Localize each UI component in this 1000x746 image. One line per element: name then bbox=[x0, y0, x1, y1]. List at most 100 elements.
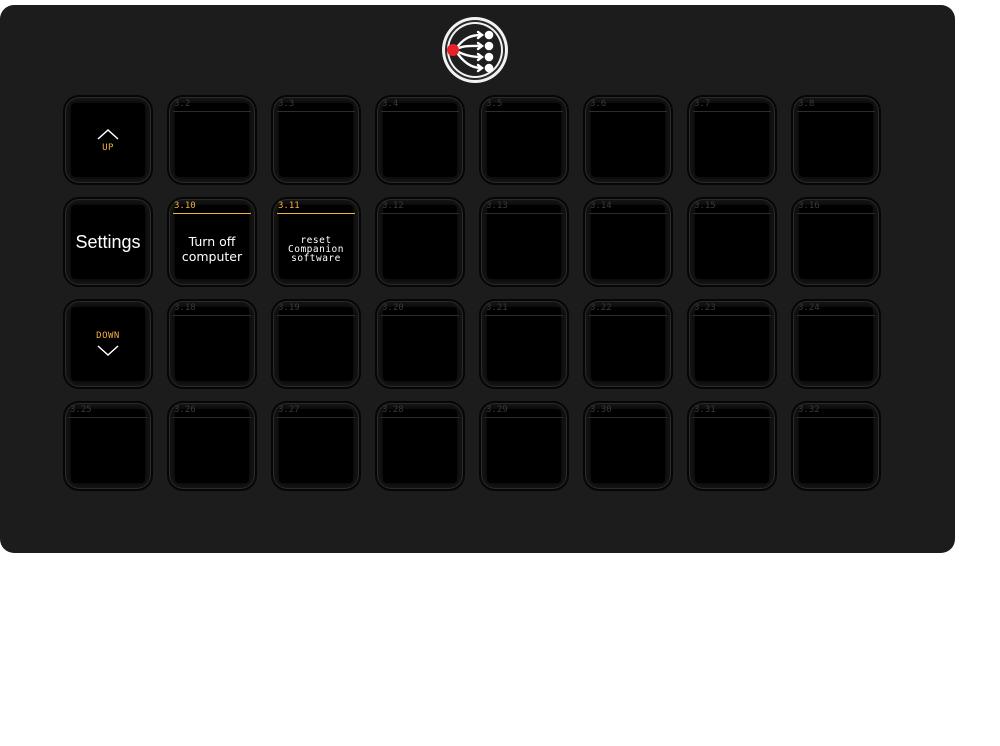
key-number: 3.5 bbox=[486, 99, 503, 109]
key-number: 3.20 bbox=[382, 303, 404, 313]
key-3-31[interactable]: 3.31 bbox=[687, 401, 777, 491]
key-number: 3.18 bbox=[174, 303, 196, 313]
key-divider bbox=[797, 417, 875, 418]
key-number: 3.22 bbox=[590, 303, 612, 313]
key-divider bbox=[173, 213, 251, 214]
key-divider bbox=[485, 213, 563, 214]
key-3-1[interactable]: UP bbox=[63, 95, 153, 185]
key-3-6[interactable]: 3.6 bbox=[583, 95, 673, 185]
key-3-21[interactable]: 3.21 bbox=[479, 299, 569, 389]
key-3-24[interactable]: 3.24 bbox=[791, 299, 881, 389]
key-number: 3.28 bbox=[382, 405, 404, 415]
key-3-26[interactable]: 3.26 bbox=[167, 401, 257, 491]
key-3-8[interactable]: 3.8 bbox=[791, 95, 881, 185]
streamdeck-panel: UP 3.2 3.3 3.4 3.5 3.6 3.7 3.8 Settings 3.10 Turn … bbox=[0, 5, 955, 553]
key-face bbox=[799, 307, 873, 381]
key-face bbox=[695, 205, 769, 279]
key-number: 3.6 bbox=[590, 99, 607, 109]
key-number: 3.10 bbox=[174, 201, 196, 211]
key-face bbox=[591, 409, 665, 483]
key-divider bbox=[589, 213, 667, 214]
key-number: 3.7 bbox=[694, 99, 711, 109]
key-number: 3.13 bbox=[486, 201, 508, 211]
button-grid: UP 3.2 3.3 3.4 3.5 3.6 3.7 3.8 Settings 3.10 Turn … bbox=[63, 95, 881, 491]
page-down-nav: DOWN bbox=[65, 301, 151, 387]
key-number: 3.27 bbox=[278, 405, 300, 415]
key-face bbox=[487, 205, 561, 279]
key-face bbox=[799, 103, 873, 177]
key-face bbox=[279, 307, 353, 381]
key-face bbox=[799, 205, 873, 279]
key-3-14[interactable]: 3.14 bbox=[583, 197, 673, 287]
key-3-22[interactable]: 3.22 bbox=[583, 299, 673, 389]
key-divider bbox=[589, 111, 667, 112]
key-face bbox=[71, 409, 145, 483]
key-3-28[interactable]: 3.28 bbox=[375, 401, 465, 491]
key-number: 3.16 bbox=[798, 201, 820, 211]
key-divider bbox=[277, 111, 355, 112]
key-3-27[interactable]: 3.27 bbox=[271, 401, 361, 491]
key-face bbox=[279, 103, 353, 177]
key-divider bbox=[693, 111, 771, 112]
key-divider bbox=[693, 315, 771, 316]
key-3-29[interactable]: 3.29 bbox=[479, 401, 569, 491]
key-3-30[interactable]: 3.30 bbox=[583, 401, 673, 491]
down-label: DOWN bbox=[96, 331, 120, 341]
key-number: 3.14 bbox=[590, 201, 612, 211]
key-3-3[interactable]: 3.3 bbox=[271, 95, 361, 185]
key-divider bbox=[277, 417, 355, 418]
key-divider bbox=[797, 213, 875, 214]
key-divider bbox=[381, 213, 459, 214]
key-3-15[interactable]: 3.15 bbox=[687, 197, 777, 287]
key-number: 3.15 bbox=[694, 201, 716, 211]
key-3-7[interactable]: 3.7 bbox=[687, 95, 777, 185]
up-label: UP bbox=[102, 142, 114, 153]
key-divider bbox=[693, 213, 771, 214]
key-number: 3.24 bbox=[798, 303, 820, 313]
key-divider bbox=[589, 315, 667, 316]
key-3-4[interactable]: 3.4 bbox=[375, 95, 465, 185]
key-divider bbox=[69, 417, 147, 418]
key-divider bbox=[381, 417, 459, 418]
key-divider bbox=[277, 213, 355, 214]
key-3-23[interactable]: 3.23 bbox=[687, 299, 777, 389]
key-number: 3.4 bbox=[382, 99, 399, 109]
key-divider bbox=[485, 111, 563, 112]
key-3-11[interactable]: 3.11 reset Companion software bbox=[271, 197, 361, 287]
key-3-19[interactable]: 3.19 bbox=[271, 299, 361, 389]
key-face bbox=[383, 103, 457, 177]
key-3-25[interactable]: 3.25 bbox=[63, 401, 153, 491]
key-face bbox=[591, 307, 665, 381]
key-face bbox=[695, 409, 769, 483]
key-divider bbox=[277, 315, 355, 316]
key-3-2[interactable]: 3.2 bbox=[167, 95, 257, 185]
key-3-13[interactable]: 3.13 bbox=[479, 197, 569, 287]
key-number: 3.8 bbox=[798, 99, 815, 109]
key-number: 3.23 bbox=[694, 303, 716, 313]
key-label: reset Companion software bbox=[288, 234, 344, 264]
key-3-10[interactable]: 3.10 Turn off computer bbox=[167, 197, 257, 287]
key-face bbox=[695, 103, 769, 177]
key-number: 3.25 bbox=[70, 405, 92, 415]
key-number: 3.31 bbox=[694, 405, 716, 415]
key-3-18[interactable]: 3.18 bbox=[167, 299, 257, 389]
key-divider bbox=[173, 315, 251, 316]
key-3-5[interactable]: 3.5 bbox=[479, 95, 569, 185]
key-face bbox=[175, 409, 249, 483]
key-3-20[interactable]: 3.20 bbox=[375, 299, 465, 389]
key-3-32[interactable]: 3.32 bbox=[791, 401, 881, 491]
key-number: 3.11 bbox=[278, 201, 300, 211]
key-face bbox=[591, 205, 665, 279]
key-3-16[interactable]: 3.16 bbox=[791, 197, 881, 287]
companion-logo-icon bbox=[441, 16, 509, 84]
key-number: 3.3 bbox=[278, 99, 295, 109]
key-3-12[interactable]: 3.12 bbox=[375, 197, 465, 287]
key-face bbox=[487, 307, 561, 381]
key-3-9[interactable]: Settings bbox=[63, 197, 153, 287]
key-face bbox=[383, 205, 457, 279]
key-face bbox=[175, 307, 249, 381]
key-number: 3.29 bbox=[486, 405, 508, 415]
key-number: 3.32 bbox=[798, 405, 820, 415]
key-3-17[interactable]: DOWN bbox=[63, 299, 153, 389]
key-divider bbox=[589, 417, 667, 418]
